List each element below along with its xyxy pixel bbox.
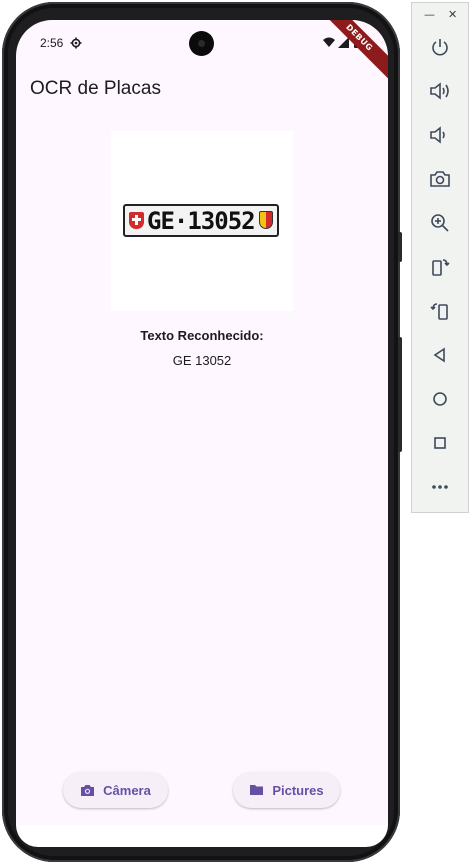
front-camera	[189, 31, 214, 56]
zoom-button[interactable]	[424, 207, 456, 239]
volume-down-button[interactable]	[424, 119, 456, 151]
settings-gear-icon	[70, 37, 82, 49]
camera-icon	[81, 784, 95, 796]
more-button[interactable]	[424, 471, 456, 503]
result-heading: Texto Reconhecido:	[140, 328, 264, 343]
rotate-right-button[interactable]	[424, 295, 456, 327]
status-bar: 2:56 DEBUG	[16, 20, 388, 83]
minimize-icon[interactable]: —	[424, 8, 435, 21]
overview-button[interactable]	[424, 427, 456, 459]
power-button[interactable]	[424, 31, 456, 63]
device-screen: 2:56 DEBUG OCR de Placas GE·13052 Texto …	[16, 20, 388, 825]
power-icon	[432, 39, 448, 56]
screen-bottom	[16, 825, 388, 847]
recognized-text: GE 13052	[172, 353, 232, 368]
camera-button[interactable]: Câmera	[63, 772, 168, 808]
plate-text: GE·13052	[147, 207, 256, 235]
volume-down-icon	[430, 126, 445, 144]
screenshot-icon	[430, 171, 450, 187]
pictures-button[interactable]: Pictures	[233, 772, 340, 808]
page-title: OCR de Placas	[30, 78, 161, 99]
more-icon	[432, 485, 448, 489]
close-icon[interactable]: ✕	[448, 8, 457, 21]
overview-icon	[434, 437, 446, 449]
back-button[interactable]	[424, 339, 456, 371]
debug-banner: DEBUG	[314, 20, 388, 83]
phone-frame: 2:56 DEBUG OCR de Placas GE·13052 Texto …	[2, 2, 402, 862]
zoom-icon	[431, 214, 449, 232]
license-plate-image: GE·13052	[111, 131, 293, 311]
swiss-flag-icon	[129, 212, 144, 229]
rotate-left-button[interactable]	[424, 251, 456, 283]
emulator-toolbar: — ✕	[411, 2, 469, 513]
wifi-icon	[323, 37, 335, 47]
volume-up-button[interactable]	[424, 75, 456, 107]
camera-button-label: Câmera	[103, 782, 151, 798]
back-icon	[433, 347, 445, 363]
rotate-right-icon	[430, 303, 448, 320]
license-plate: GE·13052	[123, 204, 279, 237]
home-button[interactable]	[424, 383, 456, 415]
status-time: 2:56	[40, 36, 64, 50]
rotate-left-icon	[432, 259, 450, 276]
geneva-coat-of-arms-icon	[259, 211, 273, 229]
volume-up-icon	[430, 82, 449, 100]
pictures-button-label: Pictures	[272, 782, 324, 798]
folder-icon	[250, 785, 264, 795]
volume-side-button	[398, 337, 402, 452]
home-icon	[433, 392, 447, 406]
power-side-button	[398, 232, 402, 262]
screenshot-button[interactable]	[424, 163, 456, 195]
toolbar-window-controls: — ✕	[412, 3, 468, 27]
